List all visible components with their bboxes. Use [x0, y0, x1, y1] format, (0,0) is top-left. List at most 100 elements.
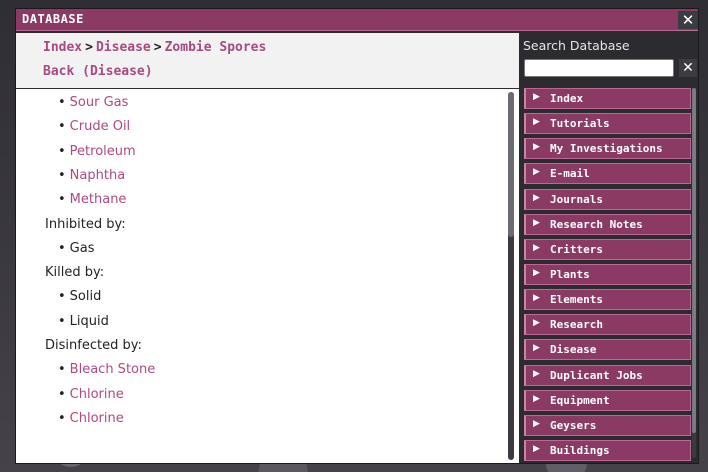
category-label: Plants	[550, 267, 590, 281]
content-scrollbar[interactable]	[508, 92, 514, 460]
entry-link[interactable]: Crude Oil	[70, 119, 131, 134]
database-sidebar: Search Database ✕ ▶ Index ▶ Tutorials ▶ My In…	[521, 33, 698, 463]
bullet: •	[58, 410, 66, 426]
breadcrumb-separator: >	[153, 40, 162, 55]
entry-link[interactable]: Bleach Stone	[70, 362, 156, 377]
category-label: Equipment	[550, 393, 610, 407]
section-heading: Disinfected by:	[45, 338, 142, 353]
category-label: Research Notes	[550, 217, 643, 231]
entry-link[interactable]: Chlorine	[70, 411, 124, 426]
list-item: • Liquid	[58, 314, 109, 329]
list-item: • Naphtha	[58, 168, 125, 183]
sidebar-scrollbar[interactable]	[692, 88, 696, 458]
category-label: Tutorials	[550, 117, 610, 131]
title-bar: DATABASE ✕	[16, 9, 698, 31]
list-item: • Sour Gas	[58, 95, 128, 110]
play-arrow-icon: ▶	[533, 192, 540, 203]
category-label: Journals	[550, 192, 603, 206]
database-window: DATABASE ✕ Index > Disease > Zombie Spores B…	[15, 8, 699, 464]
list-item-text: Liquid	[69, 313, 109, 329]
list-item: • Solid	[58, 289, 101, 304]
play-arrow-icon: ▶	[533, 393, 540, 404]
search-input[interactable]	[524, 59, 674, 77]
sidebar-scrollbar-thumb[interactable]	[692, 88, 696, 433]
category-disease[interactable]: ▶ Disease	[524, 339, 691, 361]
category-research[interactable]: ▶ Research	[524, 314, 691, 336]
back-link[interactable]: Back (Disease)	[43, 64, 153, 79]
category-journals[interactable]: ▶ Journals	[524, 188, 691, 210]
category-list: ▶ Index ▶ Tutorials ▶ My Investigations ▶ E-mai…	[524, 88, 691, 465]
category-duplicant-jobs[interactable]: ▶ Duplicant Jobs	[524, 364, 691, 386]
category-critters[interactable]: ▶ Critters	[524, 238, 691, 260]
bullet: •	[58, 313, 66, 329]
bullet: •	[58, 95, 66, 110]
section-heading-text: Inhibited by:	[45, 216, 126, 232]
play-arrow-icon: ▶	[533, 217, 540, 228]
play-arrow-icon: ▶	[533, 167, 540, 178]
category-e-mail[interactable]: ▶ E-mail	[524, 163, 691, 185]
category-label: My Investigations	[550, 142, 663, 156]
play-arrow-icon: ▶	[533, 142, 540, 153]
list-item: • Crude Oil	[58, 119, 130, 134]
list-item: • Petroleum	[58, 144, 136, 159]
close-button[interactable]: ✕	[678, 11, 698, 29]
list-item: • Methane	[58, 192, 126, 207]
play-arrow-icon: ▶	[533, 318, 540, 329]
category-label: Duplicant Jobs	[550, 368, 643, 382]
play-arrow-icon: ▶	[533, 418, 540, 429]
section-heading: Inhibited by:	[45, 217, 126, 232]
bullet: •	[58, 143, 66, 159]
list-item: • Bleach Stone	[58, 362, 155, 377]
category-geysers[interactable]: ▶ Geysers	[524, 414, 691, 436]
category-research-notes[interactable]: ▶ Research Notes	[524, 213, 691, 235]
close-icon: ✕	[682, 60, 694, 76]
window-title: DATABASE	[22, 12, 84, 26]
bullet: •	[58, 240, 66, 256]
bullet: •	[58, 192, 66, 208]
category-label: Index	[550, 92, 584, 105]
section-heading-text: Killed by:	[45, 265, 105, 281]
entry-link[interactable]: Sour Gas	[70, 95, 129, 110]
entry-link[interactable]: Naphtha	[70, 168, 126, 183]
section-heading: Killed by:	[45, 265, 104, 280]
breadcrumb: Index > Disease > Zombie Spores	[43, 40, 266, 55]
play-arrow-icon: ▶	[533, 443, 540, 454]
bullet: •	[58, 289, 66, 305]
play-arrow-icon: ▶	[533, 368, 540, 379]
search-label: Search Database	[523, 38, 630, 53]
play-arrow-icon: ▶	[533, 267, 540, 278]
bullet: •	[58, 167, 66, 183]
category-tutorials[interactable]: ▶ Tutorials	[524, 113, 691, 135]
category-label: Critters	[550, 242, 603, 256]
category-elements[interactable]: ▶ Elements	[524, 289, 691, 311]
list-item-text: Solid	[69, 289, 102, 305]
breadcrumb-separator: >	[85, 40, 93, 55]
content-scrollbar-thumb[interactable]	[508, 92, 514, 237]
category-label: Geysers	[550, 418, 597, 432]
entry-link[interactable]: Methane	[70, 192, 127, 207]
bullet: •	[58, 362, 66, 378]
category-index[interactable]: ▶ Index	[524, 88, 691, 109]
play-arrow-icon: ▶	[533, 293, 540, 304]
search-clear-button[interactable]: ✕	[679, 59, 697, 77]
entry-link[interactable]: Petroleum	[70, 144, 136, 159]
category-label: Research	[550, 318, 603, 332]
entry-link[interactable]: Chlorine	[70, 387, 124, 402]
play-arrow-icon: ▶	[533, 117, 540, 128]
category-my-investigations[interactable]: ▶ My Investigations	[524, 138, 691, 160]
play-arrow-icon: ▶	[533, 92, 540, 102]
category-equipment[interactable]: ▶ Equipment	[524, 389, 691, 411]
breadcrumb-disease[interactable]: Disease	[96, 40, 151, 55]
play-arrow-icon: ▶	[533, 343, 540, 354]
breadcrumb-zombie-spores[interactable]: Zombie Spores	[165, 40, 267, 55]
list-item: • Gas	[58, 241, 95, 256]
breadcrumb-index[interactable]: Index	[43, 40, 82, 55]
bullet: •	[58, 119, 66, 135]
category-plants[interactable]: ▶ Plants	[524, 263, 691, 285]
category-label: Buildings	[550, 443, 610, 457]
category-buildings[interactable]: ▶ Buildings	[524, 439, 691, 461]
section-heading-text: Disinfected by:	[45, 338, 142, 353]
category-label: Elements	[550, 293, 603, 307]
close-icon: ✕	[681, 11, 695, 29]
category-label: Disease	[550, 343, 597, 357]
